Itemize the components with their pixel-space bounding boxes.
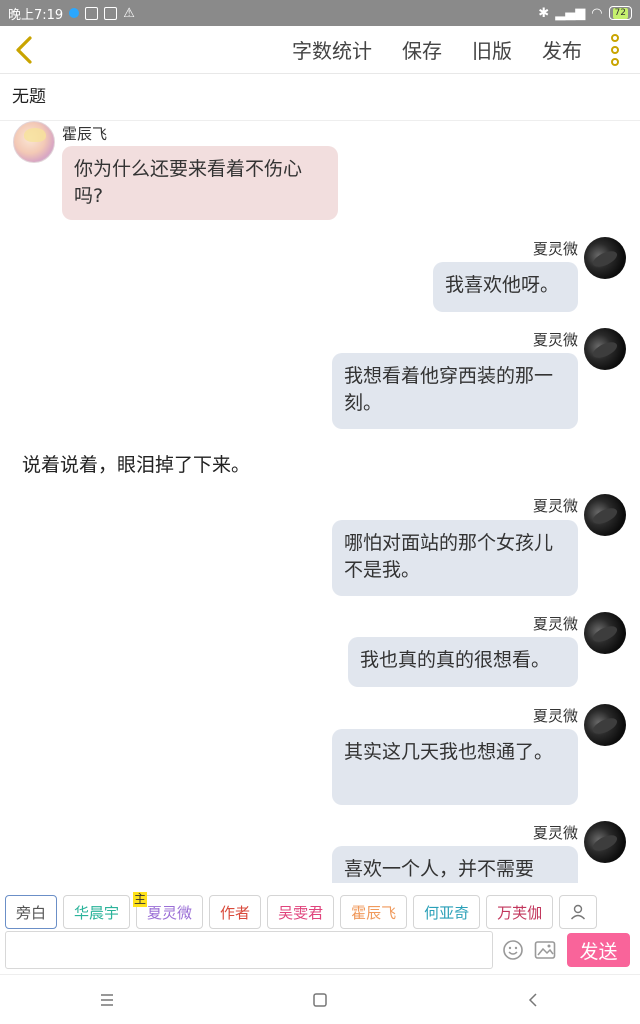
character-chip[interactable]: 华晨宇 — [63, 895, 131, 929]
main-character-badge: 主 — [133, 892, 148, 907]
toolbar-item-3[interactable]: 发布 — [542, 35, 582, 64]
bluetooth-icon: ✱ — [538, 5, 550, 21]
emoji-button[interactable] — [501, 938, 525, 962]
sender-name: 夏灵微 — [532, 615, 578, 633]
toolbar-item-2[interactable]: 旧版 — [472, 35, 512, 64]
battery-level: 72 — [612, 7, 628, 19]
gallery-notification-icon — [85, 6, 99, 20]
input-row: 发送 — [0, 930, 640, 970]
story-title[interactable]: 无题 — [0, 75, 640, 121]
character-chip[interactable]: 万芙伽 — [486, 895, 554, 929]
character-name: 何亚奇 — [424, 903, 470, 922]
character-name: 万芙伽 — [497, 903, 543, 922]
avatar[interactable] — [584, 821, 626, 863]
toolbar-item-1[interactable]: 保存 — [402, 35, 442, 64]
character-chip[interactable]: 旁白 — [5, 895, 58, 929]
character-name: 旁白 — [16, 903, 47, 922]
avatar[interactable] — [584, 237, 626, 279]
app-notification-icon-2 — [104, 6, 118, 20]
character-name: 作者 — [220, 903, 251, 922]
character-name: 吴雯君 — [278, 903, 324, 922]
image-button[interactable] — [533, 938, 557, 962]
more-dot-icon — [611, 57, 619, 66]
avatar[interactable] — [584, 704, 626, 746]
message-bubble[interactable]: 其实这几天我也想通了。 — [332, 729, 578, 805]
avatar[interactable] — [584, 328, 626, 370]
chevron-left-icon — [16, 35, 32, 64]
toolbar-actions: 字数统计 保存 旧版 发布 — [292, 35, 582, 64]
message-list[interactable]: 霍辰飞 你为什么还要来看着不伤心吗? 夏灵微 我喜欢他呀。 夏灵微 我想看着他穿西装的那一… — [0, 121, 640, 883]
message-bubble[interactable]: 我喜欢他呀。 — [433, 262, 578, 312]
avatar[interactable] — [584, 494, 626, 536]
message-bubble[interactable]: 你为什么还要来看着不伤心吗? — [62, 146, 338, 220]
status-time: 晚上7:19 — [8, 7, 64, 23]
add-character-button[interactable] — [559, 895, 598, 929]
character-name: 夏灵微 — [147, 903, 193, 922]
narration-text[interactable]: 说着说着，眼泪掉了下来。 — [22, 450, 250, 477]
character-name: 霍辰飞 — [351, 903, 397, 922]
toolbar-item-0[interactable]: 字数统计 — [292, 35, 372, 64]
message-bubble[interactable]: 哪怕对面站的那个女孩儿不是我。 — [332, 520, 578, 596]
more-menu-button[interactable] — [600, 33, 630, 66]
character-chip[interactable]: 作者 — [209, 895, 262, 929]
back-button[interactable] — [2, 26, 46, 74]
status-bar: 晚上7:19 ⚠ ✱ ▂▄▆ ◠ 72 — [0, 0, 640, 26]
more-dot-icon — [611, 33, 619, 42]
user-icon — [571, 904, 586, 920]
image-icon — [534, 941, 556, 959]
character-chip[interactable]: 夏灵微主 — [133, 892, 204, 929]
avatar[interactable] — [13, 121, 55, 163]
character-chip[interactable]: 何亚奇 — [413, 895, 481, 929]
sender-name: 夏灵微 — [532, 331, 578, 349]
signal-icon: ▂▄▆ — [555, 5, 586, 21]
menu-icon — [100, 993, 113, 1006]
send-button[interactable]: 发送 — [567, 933, 630, 967]
message-input[interactable] — [5, 931, 493, 969]
emoji-icon — [503, 940, 523, 960]
back-icon — [529, 992, 537, 1007]
character-selector: 旁白 华晨宇 夏灵微主作者 吴雯君 霍辰飞 何亚奇 万芙伽 — [0, 892, 640, 932]
top-toolbar: 字数统计 保存 旧版 发布 — [0, 26, 640, 74]
warning-icon: ⚠ — [123, 5, 135, 21]
menu-nav-button[interactable] — [77, 980, 137, 1020]
battery-icon: 72 — [608, 6, 632, 20]
home-icon — [313, 992, 327, 1007]
avatar[interactable] — [584, 612, 626, 654]
message-bubble[interactable]: 喜欢一个人，并不需要 — [332, 846, 578, 883]
home-nav-button[interactable] — [290, 980, 350, 1020]
more-dot-icon — [611, 45, 619, 54]
character-chip[interactable]: 吴雯君 — [267, 895, 335, 929]
sender-name: 霍辰飞 — [62, 125, 108, 143]
sender-name: 夏灵微 — [532, 240, 578, 258]
sender-name: 夏灵微 — [532, 497, 578, 515]
character-chip[interactable]: 霍辰飞 — [340, 895, 408, 929]
message-bubble[interactable]: 我也真的真的很想看。 — [348, 637, 578, 687]
back-nav-button[interactable] — [503, 980, 563, 1020]
sender-name: 夏灵微 — [532, 824, 578, 842]
message-bubble[interactable]: 我想看着他穿西装的那一刻。 — [332, 353, 578, 429]
wifi-icon: ◠ — [591, 5, 603, 21]
character-name: 华晨宇 — [74, 903, 120, 922]
system-nav-bar — [0, 974, 640, 1024]
app-notification-icon — [69, 8, 80, 18]
sender-name: 夏灵微 — [532, 707, 578, 725]
